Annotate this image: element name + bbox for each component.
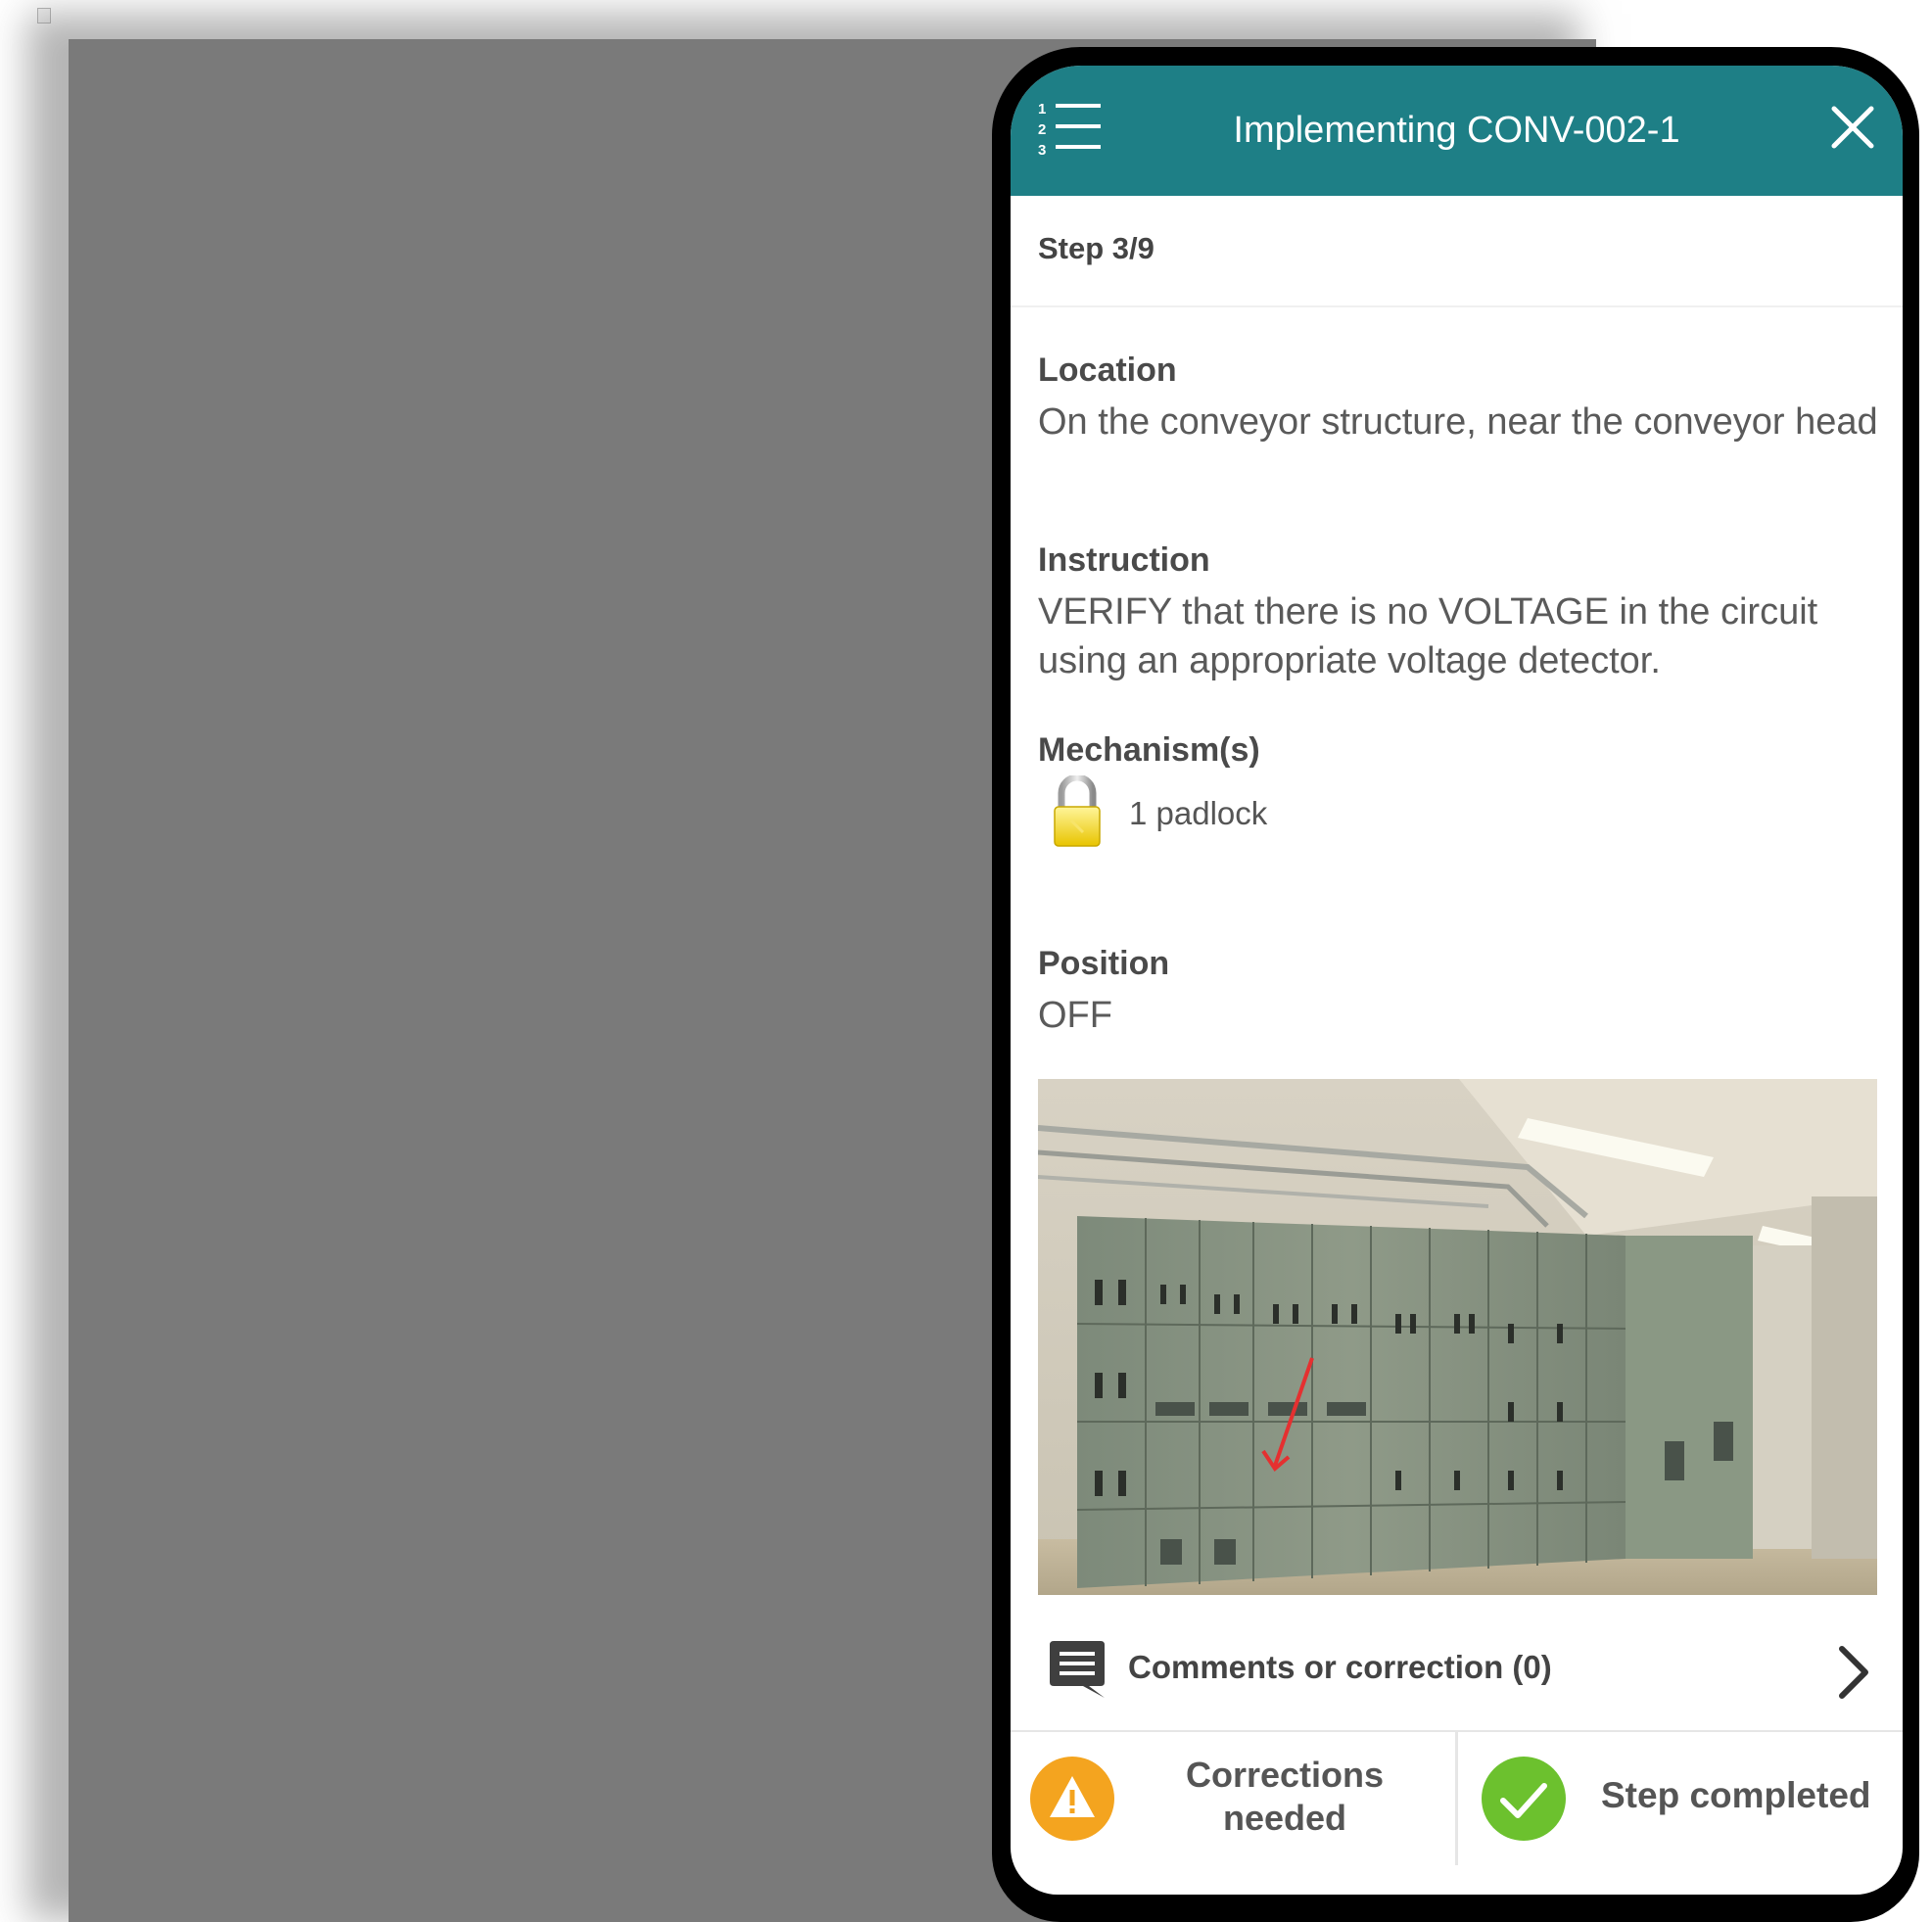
location-value: On the conveyor structure, near the conv… bbox=[1038, 401, 1878, 443]
corrections-line-2: needed bbox=[1222, 1798, 1347, 1838]
screenshot-stage: 1 2 3 Implementing CONV-002-1 Step 3/9 L… bbox=[0, 0, 1932, 1922]
instruction-value: VERIFY that there is no VOLTAGE in the c… bbox=[1038, 591, 1818, 681]
location-label: Location bbox=[1038, 352, 1177, 389]
chevron-right-icon bbox=[1839, 1646, 1868, 1699]
mechanism-item: 1 padlock bbox=[1129, 795, 1268, 831]
step-completed-button[interactable]: Step completed bbox=[1458, 1730, 1903, 1865]
step-indicator: Step 3/9 bbox=[1011, 196, 1903, 307]
step-completed-label: Step completed bbox=[1601, 1775, 1871, 1815]
app-screen: 1 2 3 Implementing CONV-002-1 Step 3/9 L… bbox=[1011, 66, 1903, 1895]
electrical-panel-photo bbox=[1038, 1079, 1877, 1595]
close-icon[interactable] bbox=[1828, 103, 1877, 152]
mechanisms-label: Mechanism(s) bbox=[1038, 731, 1260, 769]
position-value: OFF bbox=[1038, 995, 1112, 1036]
corrections-line-1: Corrections bbox=[1185, 1755, 1385, 1795]
svg-text:2: 2 bbox=[1038, 121, 1046, 138]
position-label: Position bbox=[1038, 945, 1170, 982]
padlock-icon bbox=[1054, 775, 1101, 847]
comment-icon bbox=[1050, 1641, 1105, 1698]
page-title: Implementing CONV-002-1 bbox=[1233, 110, 1680, 151]
comments-label: Comments or correction (0) bbox=[1128, 1649, 1552, 1685]
check-icon bbox=[1482, 1757, 1566, 1841]
corrections-needed-button[interactable]: Corrections needed bbox=[1011, 1730, 1458, 1865]
step-counter: Step 3/9 bbox=[1038, 231, 1154, 265]
action-bar: Corrections needed Step completed bbox=[1011, 1730, 1903, 1865]
numbered-list-icon[interactable]: 1 2 3 bbox=[1038, 99, 1103, 158]
phone-frame: 1 2 3 Implementing CONV-002-1 Step 3/9 L… bbox=[992, 47, 1919, 1922]
svg-text:1: 1 bbox=[1038, 101, 1046, 117]
svg-text:3: 3 bbox=[1038, 142, 1046, 158]
instruction-label: Instruction bbox=[1038, 541, 1210, 579]
comments-row[interactable]: Comments or correction (0) bbox=[1011, 1616, 1903, 1732]
warning-icon bbox=[1030, 1757, 1114, 1841]
broken-image-icon bbox=[37, 8, 51, 23]
equipment-photo[interactable] bbox=[1038, 1079, 1877, 1595]
home-indicator bbox=[1332, 1881, 1581, 1890]
app-bar: 1 2 3 Implementing CONV-002-1 bbox=[1011, 66, 1903, 196]
corrections-needed-label: Corrections needed bbox=[1157, 1754, 1412, 1840]
